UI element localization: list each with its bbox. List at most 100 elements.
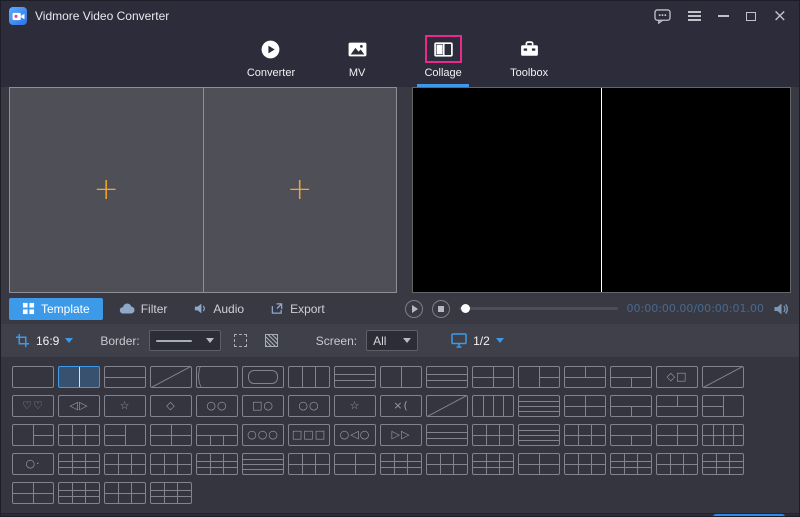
template-tile-r1-c6[interactable] bbox=[242, 366, 284, 388]
seek-handle[interactable] bbox=[461, 304, 470, 313]
menu-button[interactable] bbox=[687, 7, 701, 25]
template-tile-r4-c15[interactable] bbox=[58, 482, 100, 504]
template-tile-r3-c6[interactable]: ○◁○ bbox=[334, 424, 376, 446]
add-media-plus-icon[interactable]: + bbox=[287, 175, 312, 205]
template-tile-r2-c12[interactable] bbox=[564, 395, 606, 417]
template-tile-r4-c8[interactable] bbox=[472, 453, 514, 475]
template-tile-r3-c4[interactable]: ○○○ bbox=[242, 424, 284, 446]
template-tile-r1-c8[interactable] bbox=[334, 366, 376, 388]
template-tile-r2-c13[interactable] bbox=[610, 395, 652, 417]
template-tile-r3-c8[interactable] bbox=[426, 424, 468, 446]
template-tile-r3-c12[interactable] bbox=[610, 424, 652, 446]
template-tile-r1-c11[interactable] bbox=[472, 366, 514, 388]
template-tile-r1-c1[interactable] bbox=[12, 366, 54, 388]
template-tile-r1-c10[interactable] bbox=[426, 366, 468, 388]
template-tile-r4-c3[interactable] bbox=[242, 453, 284, 475]
template-tile-r1-c7[interactable] bbox=[288, 366, 330, 388]
template-tile-r3-c17[interactable] bbox=[104, 453, 146, 475]
seek-slider[interactable] bbox=[459, 304, 618, 313]
template-tile-r4-c7[interactable] bbox=[426, 453, 468, 475]
template-tile-r1-c17[interactable]: ♡♡ bbox=[12, 395, 54, 417]
template-tile-r3-c7[interactable]: ▷▷ bbox=[380, 424, 422, 446]
template-tile-r4-c12[interactable] bbox=[656, 453, 698, 475]
screen-page-control[interactable]: 1/2 bbox=[451, 333, 504, 348]
close-button[interactable]: × bbox=[773, 7, 787, 25]
template-tile-r3-c3[interactable] bbox=[196, 424, 238, 446]
template-tile-r1-c12[interactable] bbox=[518, 366, 560, 388]
template-tile-r4-c2[interactable] bbox=[196, 453, 238, 475]
template-tile-r4-c1[interactable] bbox=[150, 453, 192, 475]
preview-cell-2 bbox=[602, 88, 790, 292]
template-tile-r1-c14[interactable] bbox=[610, 366, 652, 388]
template-tile-r4-c6[interactable] bbox=[380, 453, 422, 475]
template-tile-r4-c5[interactable] bbox=[334, 453, 376, 475]
collage-cell-2[interactable]: + bbox=[203, 88, 396, 292]
template-tile-r3-c15[interactable]: ○· bbox=[12, 453, 54, 475]
tab-template[interactable]: Template bbox=[9, 297, 103, 320]
maximize-button[interactable] bbox=[745, 7, 756, 25]
screen-dropdown[interactable]: All bbox=[366, 330, 419, 351]
template-tile-r2-c9[interactable] bbox=[426, 395, 468, 417]
play-button[interactable] bbox=[405, 299, 423, 318]
template-tile-r1-c4[interactable] bbox=[150, 366, 192, 388]
border-hatch-button[interactable] bbox=[261, 330, 283, 351]
template-tile-r2-c11[interactable] bbox=[518, 395, 560, 417]
add-media-plus-icon[interactable]: + bbox=[94, 175, 119, 205]
template-tile-r3-c1[interactable] bbox=[104, 424, 146, 446]
minimize-button[interactable] bbox=[717, 7, 729, 25]
template-tile-r1-c13[interactable] bbox=[564, 366, 606, 388]
template-tile-r3-c13[interactable] bbox=[656, 424, 698, 446]
template-tile-r2-c2[interactable]: ☆ bbox=[104, 395, 146, 417]
feedback-button[interactable] bbox=[654, 7, 671, 25]
tab-mv[interactable]: MV bbox=[329, 31, 385, 87]
tab-filter[interactable]: Filter bbox=[109, 298, 178, 320]
template-tile-r3-c9[interactable] bbox=[472, 424, 514, 446]
template-tile-r1-c2[interactable] bbox=[58, 366, 100, 388]
tab-export[interactable]: Export bbox=[260, 298, 335, 320]
template-tile-r3-c11[interactable] bbox=[564, 424, 606, 446]
template-tile-r2-c3[interactable]: ◇ bbox=[150, 395, 192, 417]
volume-icon[interactable] bbox=[773, 302, 789, 316]
template-tile-r1-c5[interactable] bbox=[196, 366, 238, 388]
template-tile-r3-c2[interactable] bbox=[150, 424, 192, 446]
template-tile-r2-c6[interactable]: ○○ bbox=[288, 395, 330, 417]
template-tile-r1-c16[interactable] bbox=[702, 366, 744, 388]
tab-audio[interactable]: Audio bbox=[183, 298, 254, 320]
template-tile-r2-c7[interactable]: ☆ bbox=[334, 395, 376, 417]
template-tile-r4-c10[interactable] bbox=[564, 453, 606, 475]
template-tile-r1-c15[interactable]: ◇□ bbox=[656, 366, 698, 388]
main-area: + + bbox=[1, 87, 799, 293]
template-tile-r1-c3[interactable] bbox=[104, 366, 146, 388]
aspect-ratio-control[interactable]: 16:9 bbox=[15, 333, 74, 348]
aspect-ratio-caret-icon bbox=[65, 338, 74, 343]
template-tile-r4-c17[interactable] bbox=[150, 482, 192, 504]
template-tile-r4-c13[interactable] bbox=[702, 453, 744, 475]
template-tile-r2-c5[interactable]: □○ bbox=[242, 395, 284, 417]
template-tile-r2-c8[interactable]: ×( bbox=[380, 395, 422, 417]
template-tile-r2-c17[interactable] bbox=[58, 424, 100, 446]
template-tile-r2-c4[interactable]: ○○ bbox=[196, 395, 238, 417]
template-tile-r3-c10[interactable] bbox=[518, 424, 560, 446]
template-tile-r3-c14[interactable] bbox=[702, 424, 744, 446]
template-tile-r4-c16[interactable] bbox=[104, 482, 146, 504]
tab-toolbox[interactable]: Toolbox bbox=[501, 31, 557, 87]
template-tile-r3-c16[interactable] bbox=[58, 453, 100, 475]
template-tile-r2-c10[interactable] bbox=[472, 395, 514, 417]
border-style-dropdown[interactable] bbox=[148, 330, 221, 351]
template-tile-r2-c16[interactable] bbox=[12, 424, 54, 446]
tab-converter[interactable]: Converter bbox=[243, 31, 299, 87]
template-tile-r1-c9[interactable] bbox=[380, 366, 422, 388]
collage-cell-1[interactable]: + bbox=[10, 88, 203, 292]
stop-button[interactable] bbox=[432, 299, 450, 318]
template-tile-r2-c15[interactable] bbox=[702, 395, 744, 417]
template-tile-r4-c4[interactable] bbox=[288, 453, 330, 475]
template-tile-r2-c1[interactable]: ◁▷ bbox=[58, 395, 100, 417]
template-tile-r2-c14[interactable] bbox=[656, 395, 698, 417]
template-tile-r4-c14[interactable] bbox=[12, 482, 54, 504]
border-label: Border: bbox=[100, 333, 140, 348]
template-tile-r4-c9[interactable] bbox=[518, 453, 560, 475]
tab-collage[interactable]: Collage bbox=[415, 31, 471, 87]
border-dashed-button[interactable] bbox=[230, 330, 252, 351]
template-tile-r4-c11[interactable] bbox=[610, 453, 652, 475]
template-tile-r3-c5[interactable]: □□□ bbox=[288, 424, 330, 446]
